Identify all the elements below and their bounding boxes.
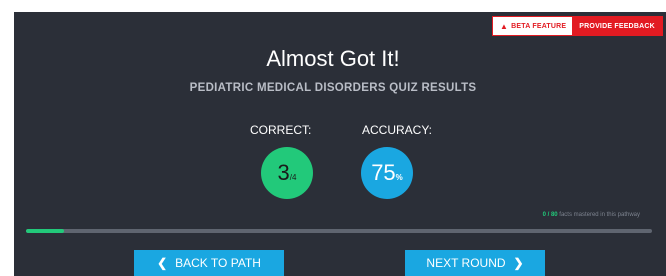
beta-feature-badge: ▲ BETA FEATURE: [493, 17, 572, 35]
correct-score-badge: 3 /4: [261, 147, 313, 199]
accuracy-unit: %: [395, 173, 403, 182]
mastery-status: 0 / 80 facts mastered in this pathway: [543, 212, 640, 218]
next-round-button[interactable]: NEXT ROUND ❯: [405, 250, 545, 276]
back-to-path-button[interactable]: ❮ BACK TO PATH: [134, 250, 284, 276]
back-to-path-label: BACK TO PATH: [175, 256, 261, 270]
mastery-text: facts mastered in this pathway: [557, 212, 640, 218]
provide-feedback-button[interactable]: PROVIDE FEEDBACK: [572, 17, 662, 35]
correct-value: 3: [277, 160, 290, 185]
accuracy-value: 75: [371, 160, 396, 185]
page-title: Almost Got It!: [266, 46, 400, 71]
accuracy-label: ACCURACY:: [362, 123, 433, 137]
mastery-count: 0 / 80: [542, 212, 558, 218]
pathway-progress-fill: [26, 229, 64, 233]
chevron-right-icon: ❯: [513, 256, 524, 270]
next-round-label: NEXT ROUND: [426, 256, 506, 270]
megaphone-icon: ▲: [500, 21, 509, 31]
quiz-subtitle: PEDIATRIC MEDICAL DISORDERS QUIZ RESULTS: [189, 82, 477, 94]
correct-label: CORRECT:: [250, 123, 312, 137]
chevron-left-icon: ❮: [157, 256, 168, 270]
accuracy-score-badge: 75 %: [361, 147, 413, 199]
correct-denominator: /4: [289, 173, 297, 182]
beta-banner: ▲ BETA FEATURE PROVIDE FEEDBACK: [492, 16, 663, 36]
pathway-progress-bar: [26, 229, 652, 233]
beta-feature-label: BETA FEATURE: [511, 22, 567, 30]
